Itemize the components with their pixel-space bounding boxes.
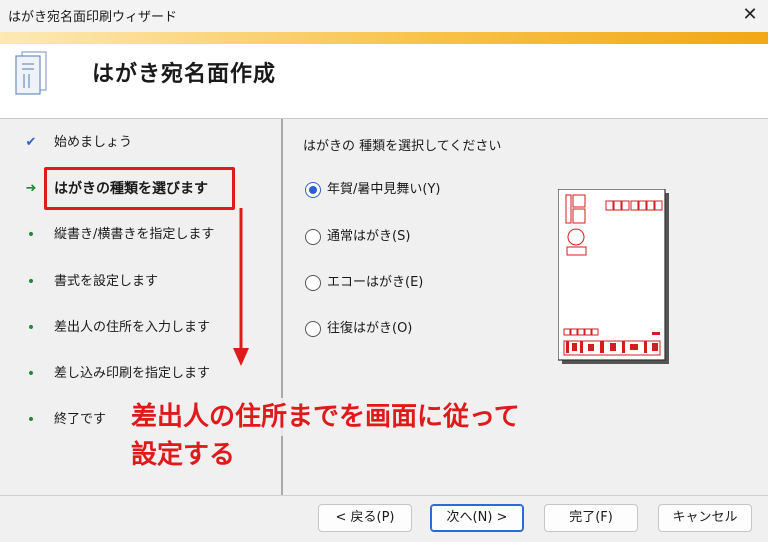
bullet-icon: •	[26, 274, 36, 290]
type-prompt: はがきの 種類を選択してください	[303, 139, 502, 154]
close-icon[interactable]: ✕	[732, 0, 768, 32]
step-label: 終了です	[54, 412, 107, 427]
radio-button[interactable]	[305, 229, 321, 245]
radio-label[interactable]: エコーはがき(E)	[327, 272, 423, 294]
next-button[interactable]: 次へ(N) >	[430, 504, 524, 532]
annotation-line-1: 差出人の住所までを画面に従って	[131, 398, 520, 436]
wizard-header: はがき宛名面作成	[0, 44, 768, 118]
radio-button[interactable]	[305, 275, 321, 291]
step-label: 差し込み印刷を指定します	[54, 366, 211, 381]
radio-button-checked[interactable]	[305, 182, 321, 198]
page-title: はがき宛名面作成	[92, 62, 277, 87]
back-button[interactable]: < 戻る(P)	[318, 504, 412, 532]
button-bar: < 戻る(P) 次へ(N) > 完了(F) キャンセル	[0, 496, 768, 542]
step-label: 書式を設定します	[54, 274, 159, 289]
wizard-card-icon	[15, 51, 47, 95]
radio-button[interactable]	[305, 321, 321, 337]
bullet-icon: •	[26, 227, 36, 243]
annotation-arrow-icon	[233, 208, 249, 366]
radio-label[interactable]: 年賀/暑中見舞い(Y)	[327, 179, 440, 201]
checkmark-icon: ✔	[25, 135, 37, 150]
radio-label[interactable]: 往復はがき(O)	[327, 318, 412, 340]
step-label: 始めましょう	[54, 135, 133, 150]
step-label: 差出人の住所を入力します	[54, 320, 211, 335]
arrow-right-icon: ➜	[25, 181, 37, 196]
step-label: 縦書き/横書きを指定します	[54, 227, 215, 242]
bullet-icon: •	[26, 412, 36, 428]
title-bar: はがき宛名面印刷ウィザード ✕	[0, 0, 768, 32]
bullet-icon: •	[26, 320, 36, 336]
cancel-button[interactable]: キャンセル	[658, 504, 752, 532]
annotation-text: 差出人の住所までを画面に従って 設定する	[131, 398, 571, 474]
current-step-highlight	[44, 167, 235, 210]
postcard-preview-image	[558, 189, 669, 364]
annotation-line-2: 設定する	[131, 440, 236, 470]
window-title: はがき宛名面印刷ウィザード	[8, 10, 178, 25]
finish-button[interactable]: 完了(F)	[544, 504, 638, 532]
bullet-icon: •	[26, 366, 36, 382]
accent-band	[0, 32, 768, 44]
radio-label[interactable]: 通常はがき(S)	[327, 226, 410, 248]
